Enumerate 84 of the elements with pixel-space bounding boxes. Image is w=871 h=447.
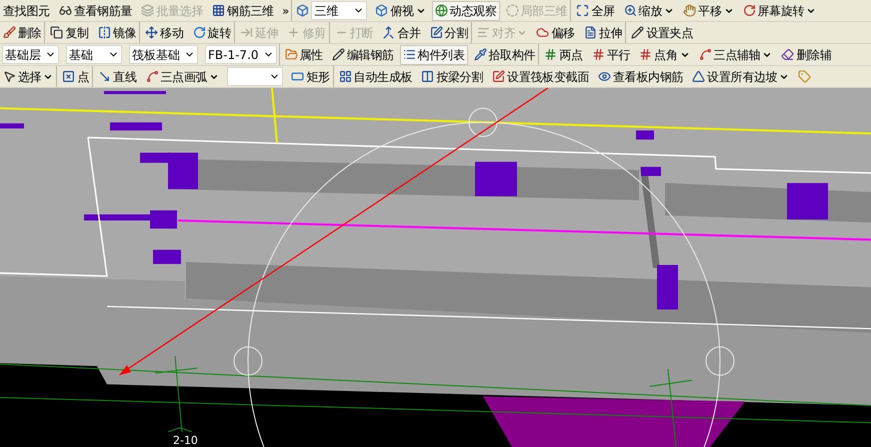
cloud-icon: [536, 26, 550, 39]
zoom-icon: [624, 4, 637, 17]
toolbar-button[interactable]: 偏移: [533, 22, 578, 42]
toolbar-button[interactable]: 全屏: [573, 0, 618, 20]
toolbar-button[interactable]: 复制: [47, 22, 92, 42]
align-icon: [477, 26, 490, 39]
toolbar-button[interactable]: 镜像: [94, 22, 140, 42]
toolbar-button[interactable]: 拉伸: [580, 22, 626, 42]
toolbar-button[interactable]: 属性: [282, 44, 326, 64]
glasses-icon: [58, 4, 72, 17]
toolbar-button[interactable]: 构件列表: [400, 44, 468, 64]
pencil-icon: [631, 26, 644, 39]
toolbar-button[interactable]: 设置所有边坡: [689, 66, 792, 86]
merge-icon: [382, 26, 396, 39]
point-icon: [62, 70, 76, 83]
pencil-icon: [332, 48, 345, 61]
toolbar-button[interactable]: 查看板内钢筋: [594, 66, 686, 86]
cube-icon: [375, 4, 388, 17]
view-icon: [598, 70, 611, 83]
layers-icon: [141, 4, 154, 17]
toolbar-button[interactable]: 三点辅轴: [696, 44, 776, 64]
grid-lines-icon: [639, 48, 652, 61]
toolbar-button[interactable]: 设置筏板变截面: [489, 66, 592, 86]
dropdown-field[interactable]: FB-1-7.0: [205, 45, 277, 64]
toolbar-button[interactable]: 直线: [95, 66, 140, 86]
toolbar-button[interactable]: 查看钢筋量: [56, 0, 136, 20]
eraser-icon: [781, 48, 794, 61]
extend-icon: [240, 26, 254, 39]
plus-icon: [287, 26, 300, 39]
cube-icon: [296, 4, 310, 17]
circle-icon: [506, 4, 519, 17]
arc-icon: [146, 70, 159, 83]
dropdown-field[interactable]: [227, 67, 284, 86]
grid-icon: [338, 70, 352, 83]
list-icon: [402, 48, 416, 61]
hand-icon: [683, 4, 696, 17]
dropdown-field[interactable]: 基础: [66, 45, 122, 64]
toolbar-button[interactable]: 缩放: [620, 0, 678, 20]
toolbar-button[interactable]: 两点: [541, 44, 586, 64]
toolbar-button[interactable]: 合并: [379, 22, 424, 42]
toolbar-button[interactable]: 移动: [142, 22, 187, 42]
move-arrows-icon: [145, 26, 158, 39]
dropdown-field[interactable]: 基础层: [2, 45, 59, 64]
toolbar-button[interactable]: 选择: [0, 66, 56, 86]
rotate-icon: [192, 26, 206, 39]
mirror-icon: [98, 26, 111, 39]
more-button[interactable]: »: [280, 2, 292, 20]
toolbar-button[interactable]: 分割: [426, 22, 472, 42]
folder-icon: [284, 48, 298, 61]
toolbar-button[interactable]: 点角: [636, 44, 693, 64]
pointer-icon: [3, 70, 16, 83]
toolbar-button[interactable]: 三点画弧: [142, 66, 222, 86]
line-icon: [98, 70, 112, 83]
globe-icon: [434, 4, 448, 17]
rectangle-icon: [291, 70, 304, 83]
toolbar-button[interactable]: 屏幕旋转: [740, 0, 820, 20]
toolbar-button[interactable]: 拾取构件: [470, 44, 538, 64]
toolbar-button[interactable]: 动态观察: [432, 0, 500, 20]
toolbar-button[interactable]: 删除: [0, 22, 44, 42]
toolbar-button[interactable]: 删除辅: [778, 44, 834, 64]
fullscreen-icon: [576, 4, 590, 17]
toolbar-button[interactable]: 按梁分割: [418, 66, 486, 86]
pipette-icon: [474, 48, 487, 61]
toolbar-button[interactable]: 设置夹点: [628, 22, 696, 42]
toolbar-button[interactable]: 平行: [588, 44, 634, 64]
rotate-icon: [742, 4, 756, 17]
brush-icon: [3, 26, 16, 39]
dropdown-field[interactable]: 三维: [311, 1, 368, 20]
toolbar-button[interactable]: 平移: [680, 0, 737, 20]
toolbar-button[interactable]: 钢筋三维: [209, 0, 277, 20]
tag-icon: [798, 70, 812, 83]
toolbar-button[interactable]: 点: [59, 66, 92, 86]
toolbar-button[interactable]: 查找图元: [0, 0, 53, 20]
toolbar-button[interactable]: 俯视: [372, 0, 429, 20]
toolbar-button[interactable]: 矩形: [288, 66, 333, 86]
toolbar-button[interactable]: 旋转: [190, 22, 234, 42]
toolbar-button[interactable]: 编辑钢筋: [328, 44, 397, 64]
arc-icon: [698, 48, 712, 61]
grid-lines-icon: [544, 48, 558, 61]
copy-icon: [50, 26, 64, 39]
toolbar-button[interactable]: 自动生成板: [336, 66, 416, 86]
grid-lines-icon: [592, 48, 605, 61]
dropdown-field[interactable]: 筏板基础: [129, 45, 198, 64]
axis-label: 2-10: [173, 434, 198, 447]
